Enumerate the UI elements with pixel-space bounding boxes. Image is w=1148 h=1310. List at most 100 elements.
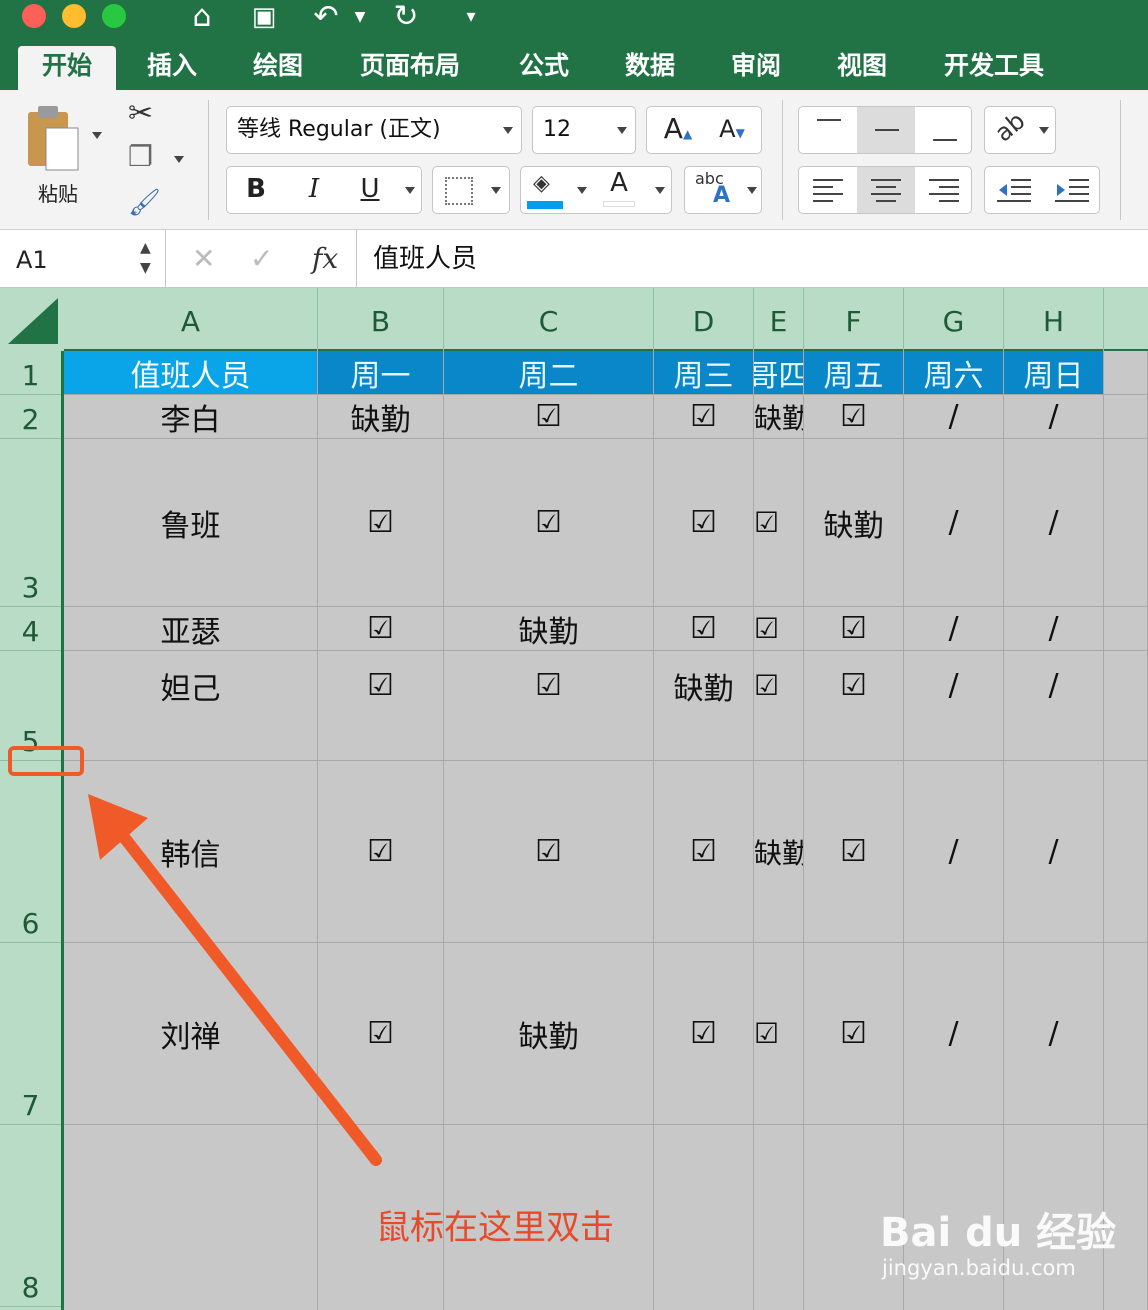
attendance-cell[interactable]: / [1004,761,1104,943]
header-cell[interactable]: 周二 [444,351,654,395]
attendance-cell[interactable]: ☑ [754,943,804,1125]
attendance-cell[interactable]: / [904,439,1004,607]
cancel-icon[interactable]: ✕ [192,230,215,288]
attendance-cell[interactable]: ☑ [804,943,904,1125]
enter-icon[interactable]: ✓ [250,230,273,288]
undo-icon[interactable]: ↶ [306,0,346,34]
column-header-h[interactable]: H [1004,288,1104,351]
tab-formulas[interactable]: 公式 [504,46,584,90]
attendance-cell[interactable]: ☑ [754,439,804,607]
name-cell[interactable]: 鲁班 [64,439,318,607]
attendance-cell[interactable]: ☑ [444,439,654,607]
shrink-font-button[interactable]: A▼ [707,107,757,155]
zoom-window-button[interactable] [102,4,126,28]
attendance-cell[interactable]: 缺勤 [654,651,754,761]
cut-icon[interactable]: ✂ [128,96,153,131]
name-cell[interactable]: 刘禅 [64,943,318,1125]
attendance-cell[interactable]: ☑ [754,607,804,651]
paste-button[interactable]: 粘贴 [20,104,96,214]
row-header-6[interactable]: 6 [0,761,61,943]
empty-cell[interactable] [1104,395,1148,439]
select-all-button[interactable] [0,288,64,351]
tab-draw[interactable]: 绘图 [238,46,318,90]
customize-icon[interactable]: ▾ [456,0,486,34]
header-cell[interactable]: 周六 [904,351,1004,395]
attendance-cell[interactable]: / [1004,395,1104,439]
home-icon[interactable]: ⌂ [182,0,222,34]
column-header-d[interactable]: D [654,288,754,351]
tab-review[interactable]: 审阅 [716,46,796,90]
name-cell[interactable]: 韩信 [64,761,318,943]
empty-cell[interactable] [1104,761,1148,943]
copy-dropdown-icon[interactable] [174,156,184,163]
attendance-cell[interactable]: ☑ [444,395,654,439]
undo-dropdown-icon[interactable]: ▼ [350,0,370,34]
attendance-cell[interactable]: / [1004,651,1104,761]
attendance-cell[interactable]: ☑ [654,439,754,607]
attendance-cell[interactable]: ☑ [318,651,444,761]
font-color-dropdown-icon[interactable] [655,187,665,194]
grow-font-button[interactable]: A▲ [653,107,703,156]
attendance-cell[interactable]: ☑ [444,761,654,943]
attendance-cell[interactable]: ☑ [654,607,754,651]
attendance-cell[interactable]: ☑ [754,651,804,761]
name-box[interactable]: A1 ▲ ▼ [0,230,166,288]
attendance-cell[interactable]: / [904,395,1004,439]
column-header-f[interactable]: F [804,288,904,351]
minimize-window-button[interactable] [62,4,86,28]
bold-button[interactable]: B [227,167,285,211]
attendance-cell[interactable]: 缺勤 [444,607,654,651]
underline-dropdown-icon[interactable] [405,187,415,194]
header-cell[interactable]: 周五 [804,351,904,395]
tab-data[interactable]: 数据 [610,46,690,90]
attendance-cell[interactable]: / [904,651,1004,761]
attendance-cell[interactable]: / [1004,439,1104,607]
formula-input[interactable]: 值班人员 [356,230,477,288]
attendance-cell[interactable]: / [1004,607,1104,651]
row-header-3[interactable]: 3 [0,439,61,607]
align-top-button[interactable] [799,107,857,153]
empty-cell[interactable] [1104,439,1148,607]
phonetic-button[interactable]: abc A [684,166,762,214]
header-cell[interactable]: 哥四 [754,351,804,395]
attendance-cell[interactable]: / [904,607,1004,651]
font-size-select[interactable]: 12 [532,106,636,154]
fill-color-button[interactable]: ◈ [525,171,565,211]
header-cell[interactable]: 周日 [1004,351,1104,395]
align-left-button[interactable] [799,167,857,213]
attendance-cell[interactable]: ☑ [318,607,444,651]
tab-page-layout[interactable]: 页面布局 [346,46,474,90]
attendance-cell[interactable]: ☑ [654,761,754,943]
attendance-cell[interactable]: ☑ [804,607,904,651]
underline-button[interactable]: U [343,167,397,211]
font-name-select[interactable]: 等线 Regular (正文) [226,106,522,154]
row-header-8[interactable]: 8 [0,1125,61,1307]
empty-cell[interactable] [754,1125,804,1310]
empty-cell[interactable] [1104,607,1148,651]
attendance-cell[interactable]: 缺勤 [754,761,804,943]
redo-icon[interactable]: ↻ [386,0,426,34]
header-cell[interactable]: 值班人员 [64,351,318,395]
attendance-cell[interactable]: ☑ [318,943,444,1125]
tab-insert[interactable]: 插入 [132,46,212,90]
align-middle-button[interactable] [857,107,915,153]
empty-cell[interactable] [1104,351,1148,395]
row-header-1[interactable]: 1 [0,351,61,395]
empty-cell[interactable] [64,1125,318,1310]
attendance-cell[interactable]: / [904,761,1004,943]
attendance-cell[interactable]: ☑ [444,651,654,761]
attendance-cell[interactable]: ☑ [804,761,904,943]
attendance-cell[interactable]: ☑ [654,395,754,439]
attendance-cell[interactable]: / [1004,943,1104,1125]
empty-cell[interactable] [1104,651,1148,761]
row-header-4[interactable]: 4 [0,607,61,651]
close-window-button[interactable] [22,4,46,28]
column-header-g[interactable]: G [904,288,1004,351]
borders-button[interactable] [432,166,510,214]
header-cell[interactable]: 周一 [318,351,444,395]
attendance-cell[interactable]: 缺勤 [754,395,804,439]
row-header-5[interactable]: 5 [0,651,61,761]
row-header-2[interactable]: 2 [0,395,61,439]
orientation-button[interactable]: ab [984,106,1056,154]
empty-cell[interactable] [1104,943,1148,1125]
